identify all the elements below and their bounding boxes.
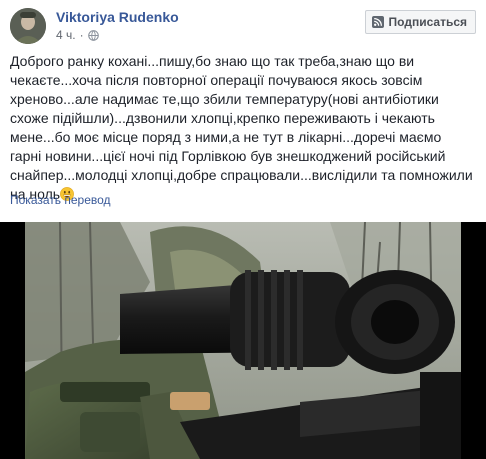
follow-button-label: Подписаться	[388, 15, 467, 29]
post-header: Viktoriya Rudenko 4 ч. · Подписаться	[10, 8, 476, 44]
post-text-body: Доброго ранку кохані...пишу,бо знаю що т…	[10, 53, 473, 202]
follow-button[interactable]: Подписаться	[364, 10, 476, 34]
post-video-thumbnail[interactable]	[0, 222, 486, 459]
author-avatar[interactable]	[10, 8, 46, 44]
post-meta: 4 ч. ·	[56, 28, 99, 42]
rss-icon	[371, 16, 384, 28]
globe-icon	[87, 29, 99, 41]
facebook-post: Viktoriya Rudenko 4 ч. · Подписаться Доб…	[0, 0, 486, 459]
translate-link[interactable]: Показать перевод	[10, 193, 111, 207]
meta-separator: ·	[79, 28, 84, 42]
post-text: Доброго ранку кохані...пишу,бо знаю що т…	[10, 52, 476, 204]
post-timestamp[interactable]: 4 ч.	[56, 28, 76, 42]
author-name[interactable]: Viktoriya Rudenko	[56, 9, 179, 25]
